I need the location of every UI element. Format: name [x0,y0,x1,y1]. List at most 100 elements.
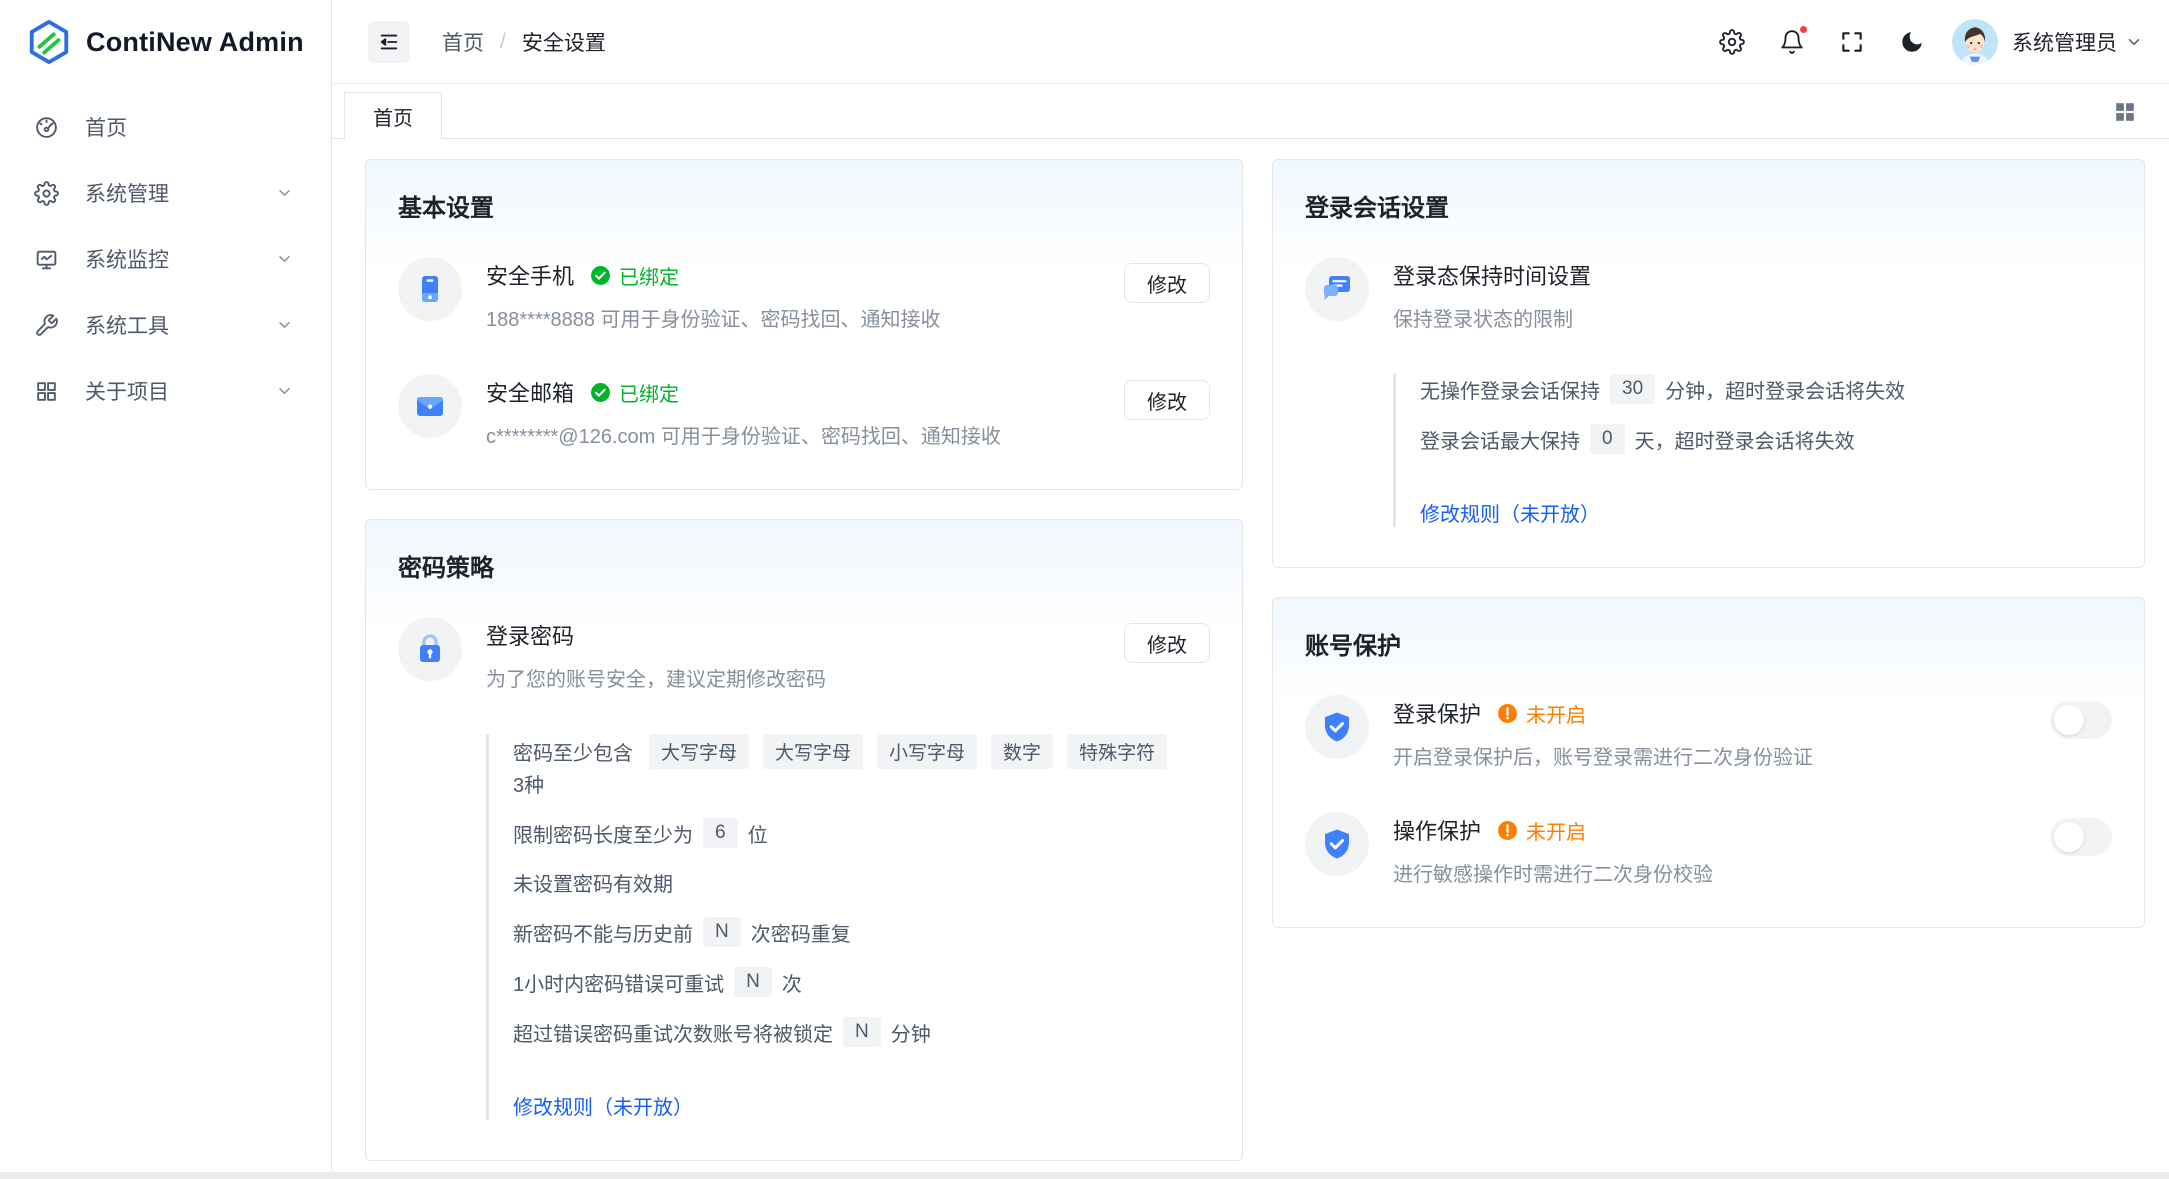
dark-mode-button[interactable] [1890,20,1934,64]
rule-text: 限制密码长度至少为 [513,819,693,848]
card-password-policy: 密码策略 [365,519,1243,1161]
rule-text: 未设置密码有效期 [513,868,673,897]
rule-text: 分钟 [891,1018,931,1047]
sidebar-item-home[interactable]: 首页 [12,98,319,156]
card-title: 基本设置 [398,188,1210,223]
fullscreen-icon [1839,29,1865,55]
password-rules: 密码至少包含 大写字母 大写字母 小写字母 数字 特殊字符 3种 限制密码长度至… [486,734,1210,1120]
sidebar-item-label: 系统工具 [85,310,272,340]
fullscreen-button[interactable] [1830,20,1874,64]
sidebar-item-label: 系统监控 [85,244,272,274]
sidebar-item-label: 系统管理 [85,178,272,208]
dashboard-icon [34,115,59,140]
rule-text: 超过错误密码重试次数账号将被锁定 [513,1018,833,1047]
item-title: 安全邮箱 [486,376,574,408]
modify-rules-link[interactable]: 修改规则（未开放） [1420,498,1600,527]
operation-protection-toggle[interactable] [2050,818,2112,856]
status-text: 未开启 [1526,816,1586,845]
item-title: 操作保护 [1393,814,1481,846]
sidebar: ContiNew Admin 首页 系统管理 系 [0,0,332,1179]
item-title: 登录态保持时间设置 [1393,259,1591,291]
session-rules: 无操作登录会话保持 30 分钟，超时登录会话将失效 登录会话最大保持 0 天，超… [1393,374,2112,527]
rule-text: 分钟，超时登录会话将失效 [1665,375,1905,404]
modify-rules-link[interactable]: 修改规则（未开放） [513,1091,693,1120]
chevron-down-icon [272,316,297,334]
sidebar-item-system-management[interactable]: 系统管理 [12,164,319,222]
tabbar: 首页 [332,84,2169,139]
tab-home[interactable]: 首页 [344,92,442,139]
rule-min-length: 限制密码长度至少为 6 位 [513,818,1210,848]
item-description: 开启登录保护后，账号登录需进行二次身份验证 [1393,741,2050,770]
rule-text: 登录会话最大保持 [1420,425,1580,454]
tab-actions-button[interactable] [2105,92,2145,132]
sidebar-item-system-monitor[interactable]: 系统监控 [12,230,319,288]
card-basic-settings: 基本设置 [365,159,1243,490]
modify-password-button[interactable]: 修改 [1124,623,1210,663]
item-description: c********@126.com 可用于身份验证、密码找回、通知接收 [486,420,1124,449]
status-badge: 已绑定 [590,261,679,290]
sidebar-menu: 首页 系统管理 系统监控 系统工具 [0,84,331,434]
rule-text: 次密码重复 [751,918,851,947]
shield-check-icon [1305,695,1369,759]
item-description: 为了您的账号安全，建议定期修改密码 [486,663,1124,692]
gear-icon [1719,29,1745,55]
user-menu[interactable]: 系统管理员 [1952,19,2143,65]
status-text: 已绑定 [619,261,679,290]
exclamation-circle-icon [1497,820,1518,841]
security-email-row: 安全邮箱 已绑定 c********@126.com 可用于身份验证、密码找回、… [398,374,1210,449]
tab-label: 首页 [373,102,413,131]
status-text: 已绑定 [619,378,679,407]
rule-password-expiry: 未设置密码有效期 [513,868,1210,897]
settings-button[interactable] [1710,20,1754,64]
breadcrumb-home[interactable]: 首页 [442,27,484,57]
sidebar-item-about[interactable]: 关于项目 [12,362,319,420]
collapse-sidebar-button[interactable] [368,21,410,63]
gear-icon [34,181,59,206]
security-settings-page: 基本设置 [332,139,2169,1179]
item-description: 188****8888 可用于身份验证、密码找回、通知接收 [486,303,1124,332]
chevron-down-icon [272,250,297,268]
breadcrumb-separator: / [500,30,506,54]
password-type-tag: 特殊字符 [1067,734,1167,769]
app-title: ContiNew Admin [86,27,304,58]
modify-email-button[interactable]: 修改 [1124,380,1210,420]
apps-icon [34,379,59,404]
logo-hexagon-icon [26,19,72,65]
session-duration-row: 登录态保持时间设置 保持登录状态的限制 [1305,257,2112,332]
sidebar-item-system-tools[interactable]: 系统工具 [12,296,319,354]
item-description: 保持登录状态的限制 [1393,303,2112,332]
rule-history-repeat: 新密码不能与历史前 N 次密码重复 [513,917,1210,947]
card-title: 登录会话设置 [1305,188,2112,223]
status-text: 未开启 [1526,699,1586,728]
logo[interactable]: ContiNew Admin [0,0,331,84]
horizontal-scrollbar[interactable] [0,1172,2169,1179]
check-circle-icon [590,382,611,403]
avatar [1952,19,1998,65]
chevron-down-icon [272,382,297,400]
rule-idle-timeout: 无操作登录会话保持 30 分钟，超时登录会话将失效 [1420,374,2112,404]
main-column: 首页 / 安全设置 [332,0,2169,1179]
notification-dot [1798,24,1809,35]
rule-value-tag: 30 [1610,374,1655,404]
modify-phone-button[interactable]: 修改 [1124,263,1210,303]
status-badge: 未开启 [1497,699,1586,728]
password-type-tag: 大写字母 [763,734,863,769]
item-description: 进行敏感操作时需进行二次身份校验 [1393,858,2050,887]
layout-grid-icon [2114,101,2136,123]
card-account-protection: 账号保护 登录保护 [1272,597,2145,928]
rule-value-tag: N [703,917,741,947]
moon-icon [1899,29,1925,55]
login-protection-row: 登录保护 未开启 开启登录保护后，账号登录需进行二次身份验证 [1305,695,2112,770]
check-circle-icon [590,265,611,286]
login-protection-toggle[interactable] [2050,701,2112,739]
app-window: ContiNew Admin 首页 系统管理 系 [0,0,2169,1179]
security-phone-row: 安全手机 已绑定 188****8888 可用于身份验证、密码找回、通知接收 修… [398,257,1210,332]
rule-max-session: 登录会话最大保持 0 天，超时登录会话将失效 [1420,424,2112,454]
rule-value-tag: N [843,1017,881,1047]
password-type-tag: 大写字母 [649,734,749,769]
item-title: 安全手机 [486,259,574,291]
sidebar-item-label: 关于项目 [85,376,272,406]
menu-fold-icon [378,31,400,53]
chat-icon [1305,257,1369,321]
notifications-button[interactable] [1770,20,1814,64]
